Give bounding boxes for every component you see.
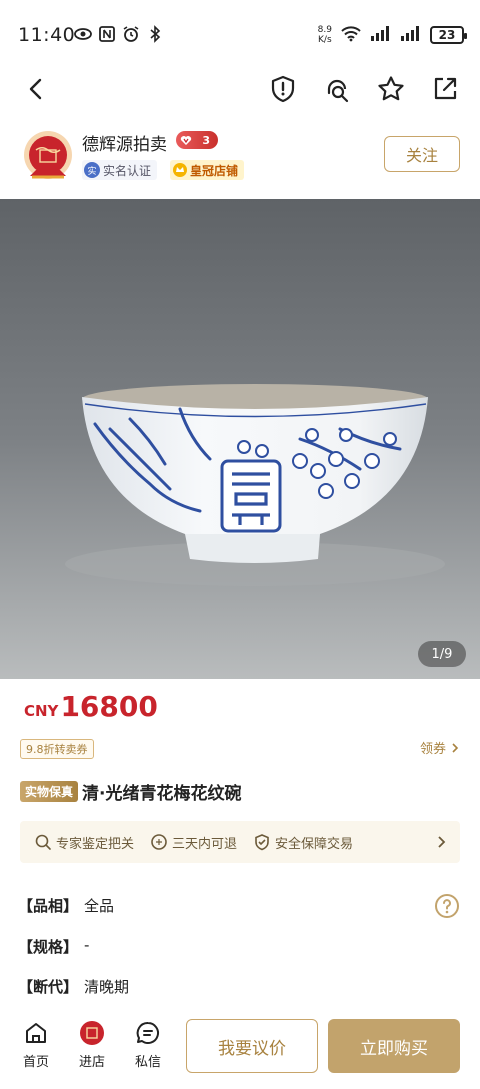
battery-indicator: 23 [430, 26, 467, 44]
product-title: 清·光绪青花梅花纹碗 [82, 784, 242, 804]
share-button[interactable] [428, 72, 462, 106]
service-guarantee-bar[interactable]: 专家鉴定把关 三天内可退 安全保障交易 [20, 821, 460, 863]
wifi-icon [340, 24, 362, 46]
bottom-action-bar: 首页 进店 私信 我要议价 立即购买 [0, 1010, 480, 1089]
nav-actions [266, 72, 462, 106]
favorite-button[interactable] [374, 72, 408, 106]
return-icon [151, 834, 167, 850]
image-counter: 1/9 [418, 641, 466, 667]
shield-check-icon [255, 834, 269, 851]
status-time: 11:40 [18, 24, 76, 46]
crown-icon [173, 163, 187, 177]
net-speed: 8.9 K/s [317, 25, 332, 45]
search-icon [35, 834, 51, 850]
price-amount: 16800 [60, 690, 158, 723]
report-button[interactable] [266, 72, 300, 106]
claim-coupon-link[interactable]: 领券 [420, 738, 460, 757]
signal-icon [370, 25, 392, 45]
attribute-condition: 【品相】 全品 [18, 897, 115, 915]
real-name-verified-tag: 实 实名认证 [82, 160, 158, 180]
buy-now-button[interactable]: 立即购买 [328, 1019, 460, 1073]
chevron-left-icon [29, 78, 42, 100]
bluetooth-icon [146, 25, 164, 43]
shop-header: 德辉源拍卖 3 实 实名认证 皇冠店铺 关注 [0, 124, 480, 190]
status-bar: 11:40 8.9 K/s 23 [0, 0, 480, 72]
customer-service-button[interactable] [320, 72, 354, 106]
coupon-tag[interactable]: 9.8折转卖券 [20, 739, 94, 759]
shop-avatar[interactable] [22, 128, 74, 186]
bargain-button[interactable]: 我要议价 [186, 1019, 318, 1073]
heart-badge-icon [180, 136, 192, 145]
crown-shop-tag: 皇冠店铺 [170, 160, 245, 180]
follow-button[interactable]: 关注 [384, 136, 460, 172]
back-button[interactable] [20, 72, 54, 106]
shop-level-badge: 3 [176, 131, 218, 149]
alarm-icon [122, 25, 140, 43]
share-icon [434, 77, 457, 100]
verified-icon: 实 [84, 162, 100, 178]
status-right: 8.9 K/s 23 [317, 24, 467, 46]
signal-icon-2 [400, 25, 422, 45]
customer-service-icon [327, 79, 349, 103]
chevron-right-icon [438, 836, 446, 848]
shop-name[interactable]: 德辉源拍卖 [82, 130, 167, 155]
service-three-day-return: 三天内可退 [150, 833, 237, 852]
price-row: CNY 16800 [24, 690, 158, 723]
nfc-icon [98, 25, 116, 43]
shop-logo-icon [80, 1021, 104, 1045]
product-image[interactable]: 1/9 [0, 199, 480, 679]
status-icons [74, 25, 164, 43]
top-nav [0, 64, 480, 114]
attribute-specification: 【规格】 - [18, 936, 90, 956]
tab-home[interactable]: 首页 [16, 1020, 56, 1080]
blue-white-bowl-image [0, 199, 480, 679]
currency-label: CNY [24, 702, 59, 720]
star-icon [378, 76, 404, 101]
help-icon[interactable] [434, 893, 460, 919]
attribute-era: 【断代】 清晚期 [18, 978, 130, 996]
service-expert-appraisal: 专家鉴定把关 [34, 833, 134, 852]
home-icon [26, 1023, 46, 1043]
authentic-guarantee-tag: 实物保真 [20, 781, 79, 802]
service-secure-trade: 安全保障交易 [253, 833, 353, 852]
tab-shop[interactable]: 进店 [72, 1020, 112, 1080]
tab-message[interactable]: 私信 [128, 1020, 168, 1080]
message-icon [136, 1021, 159, 1044]
eye-icon [74, 25, 92, 43]
chevron-right-icon [452, 742, 459, 753]
shield-alert-icon [271, 75, 295, 103]
product-title-row: 实物保真 清·光绪青花梅花纹碗 [20, 779, 241, 804]
